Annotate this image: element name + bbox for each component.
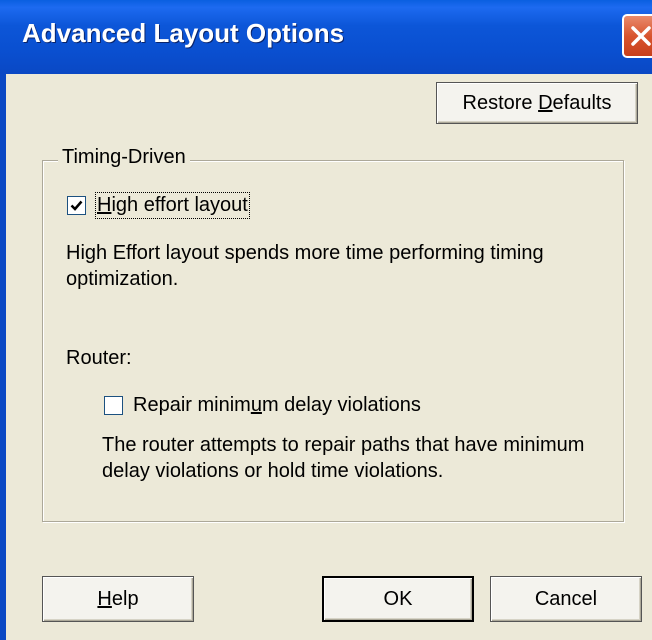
high-effort-checkbox[interactable] [67,196,86,215]
window-frame-left [0,74,6,640]
cancel-button[interactable]: Cancel [490,576,642,622]
restore-defaults-label: Restore Defaults [462,91,612,114]
high-effort-description-line1: High Effort layout spends more time perf… [66,242,544,264]
repair-description: The router attempts to repair paths that… [102,432,584,484]
ok-button[interactable]: OK [322,576,474,622]
high-effort-label[interactable]: High effort layout [95,192,250,219]
repair-min-delay-checkbox[interactable] [104,396,123,415]
timing-driven-label: Timing-Driven [58,146,190,169]
close-icon [631,26,651,46]
window-title: Advanced Layout Options [22,18,345,48]
title-bar: Advanced Layout Options [0,0,652,74]
repair-description-line1: The router attempts to repair paths that… [102,434,585,456]
repair-min-delay-label[interactable]: Repair minimum delay violations [133,394,421,417]
help-button[interactable]: Help [42,576,194,622]
help-label: Help [97,587,139,610]
close-button[interactable] [622,14,652,58]
high-effort-description: High Effort layout spends more time perf… [66,240,544,292]
restore-defaults-button[interactable]: Restore Defaults [436,82,638,124]
checkmark-icon [70,200,83,211]
repair-description-line2: delay violations or hold time violations… [102,460,444,482]
high-effort-description-line2: optimization. [66,268,179,290]
router-label: Router: [66,347,132,369]
